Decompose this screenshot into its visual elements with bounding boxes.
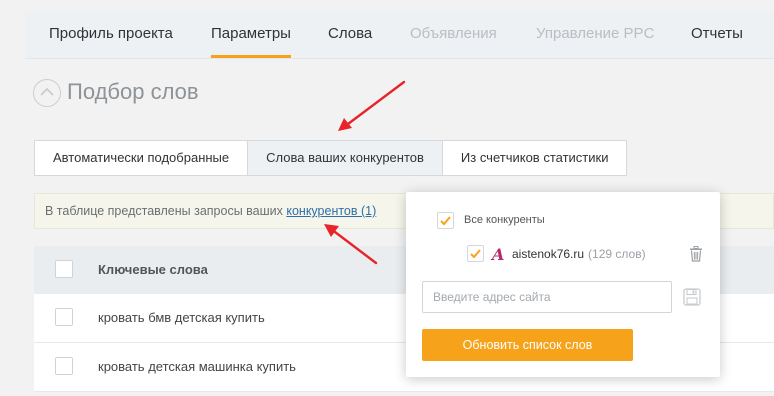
site-word-count: (129 слов) xyxy=(588,247,646,261)
nav-item-reports[interactable]: Отчеты xyxy=(691,11,743,58)
all-competitors-label: Все конкуренты xyxy=(464,214,545,226)
keyword-cell: кровать детская машинка купить xyxy=(98,359,296,374)
nav-item-parameters[interactable]: Параметры xyxy=(211,11,291,58)
all-competitors-checkbox[interactable] xyxy=(437,212,454,229)
trash-icon[interactable] xyxy=(689,246,703,267)
word-source-tabs: Автоматически подобранные Слова ваших ко… xyxy=(34,140,628,176)
column-header-keywords: Ключевые слова xyxy=(98,262,208,277)
row-checkbox[interactable] xyxy=(55,308,73,326)
tab-stats-counters[interactable]: Из счетчиков статистики xyxy=(443,141,627,175)
site-entry: aistenok76.ru (129 слов) xyxy=(512,247,646,261)
update-word-list-button[interactable]: Обновить список слов xyxy=(422,329,633,361)
site-address-input[interactable] xyxy=(422,281,672,313)
nav-item-ads: Объявления xyxy=(410,25,497,42)
top-navigation: Профиль проекта Параметры Слова Объявлен… xyxy=(25,11,774,59)
chevron-up-icon[interactable] xyxy=(33,79,61,107)
keyword-cell: кровать бмв детская купить xyxy=(98,310,265,325)
competitors-link[interactable]: конкурентов (1) xyxy=(286,204,376,218)
arrow-head-icon xyxy=(338,118,352,131)
checkmark-icon xyxy=(470,249,481,259)
tab-auto-selected[interactable]: Автоматически подобранные xyxy=(35,141,249,175)
select-all-checkbox[interactable] xyxy=(55,260,73,278)
annotation-arrow-tab xyxy=(346,80,406,126)
save-icon[interactable] xyxy=(683,288,701,311)
competitors-popup: Все конкуренты A aistenok76.ru (129 слов)… xyxy=(406,192,720,377)
checkmark-icon xyxy=(440,216,451,226)
site-checkbox[interactable] xyxy=(467,245,484,262)
row-checkbox[interactable] xyxy=(55,357,73,375)
page-title: Подбор слов xyxy=(67,79,199,104)
tab-competitor-words[interactable]: Слова ваших конкурентов xyxy=(248,141,443,175)
site-name: aistenok76.ru xyxy=(512,247,585,261)
info-bar-text: В таблице представлены запросы ваших xyxy=(45,204,287,218)
nav-item-project-profile[interactable]: Профиль проекта xyxy=(49,11,173,58)
site-favicon: A xyxy=(492,245,505,264)
nav-item-words[interactable]: Слова xyxy=(328,11,372,58)
nav-item-ppc-management: Управление PPC xyxy=(536,25,655,42)
